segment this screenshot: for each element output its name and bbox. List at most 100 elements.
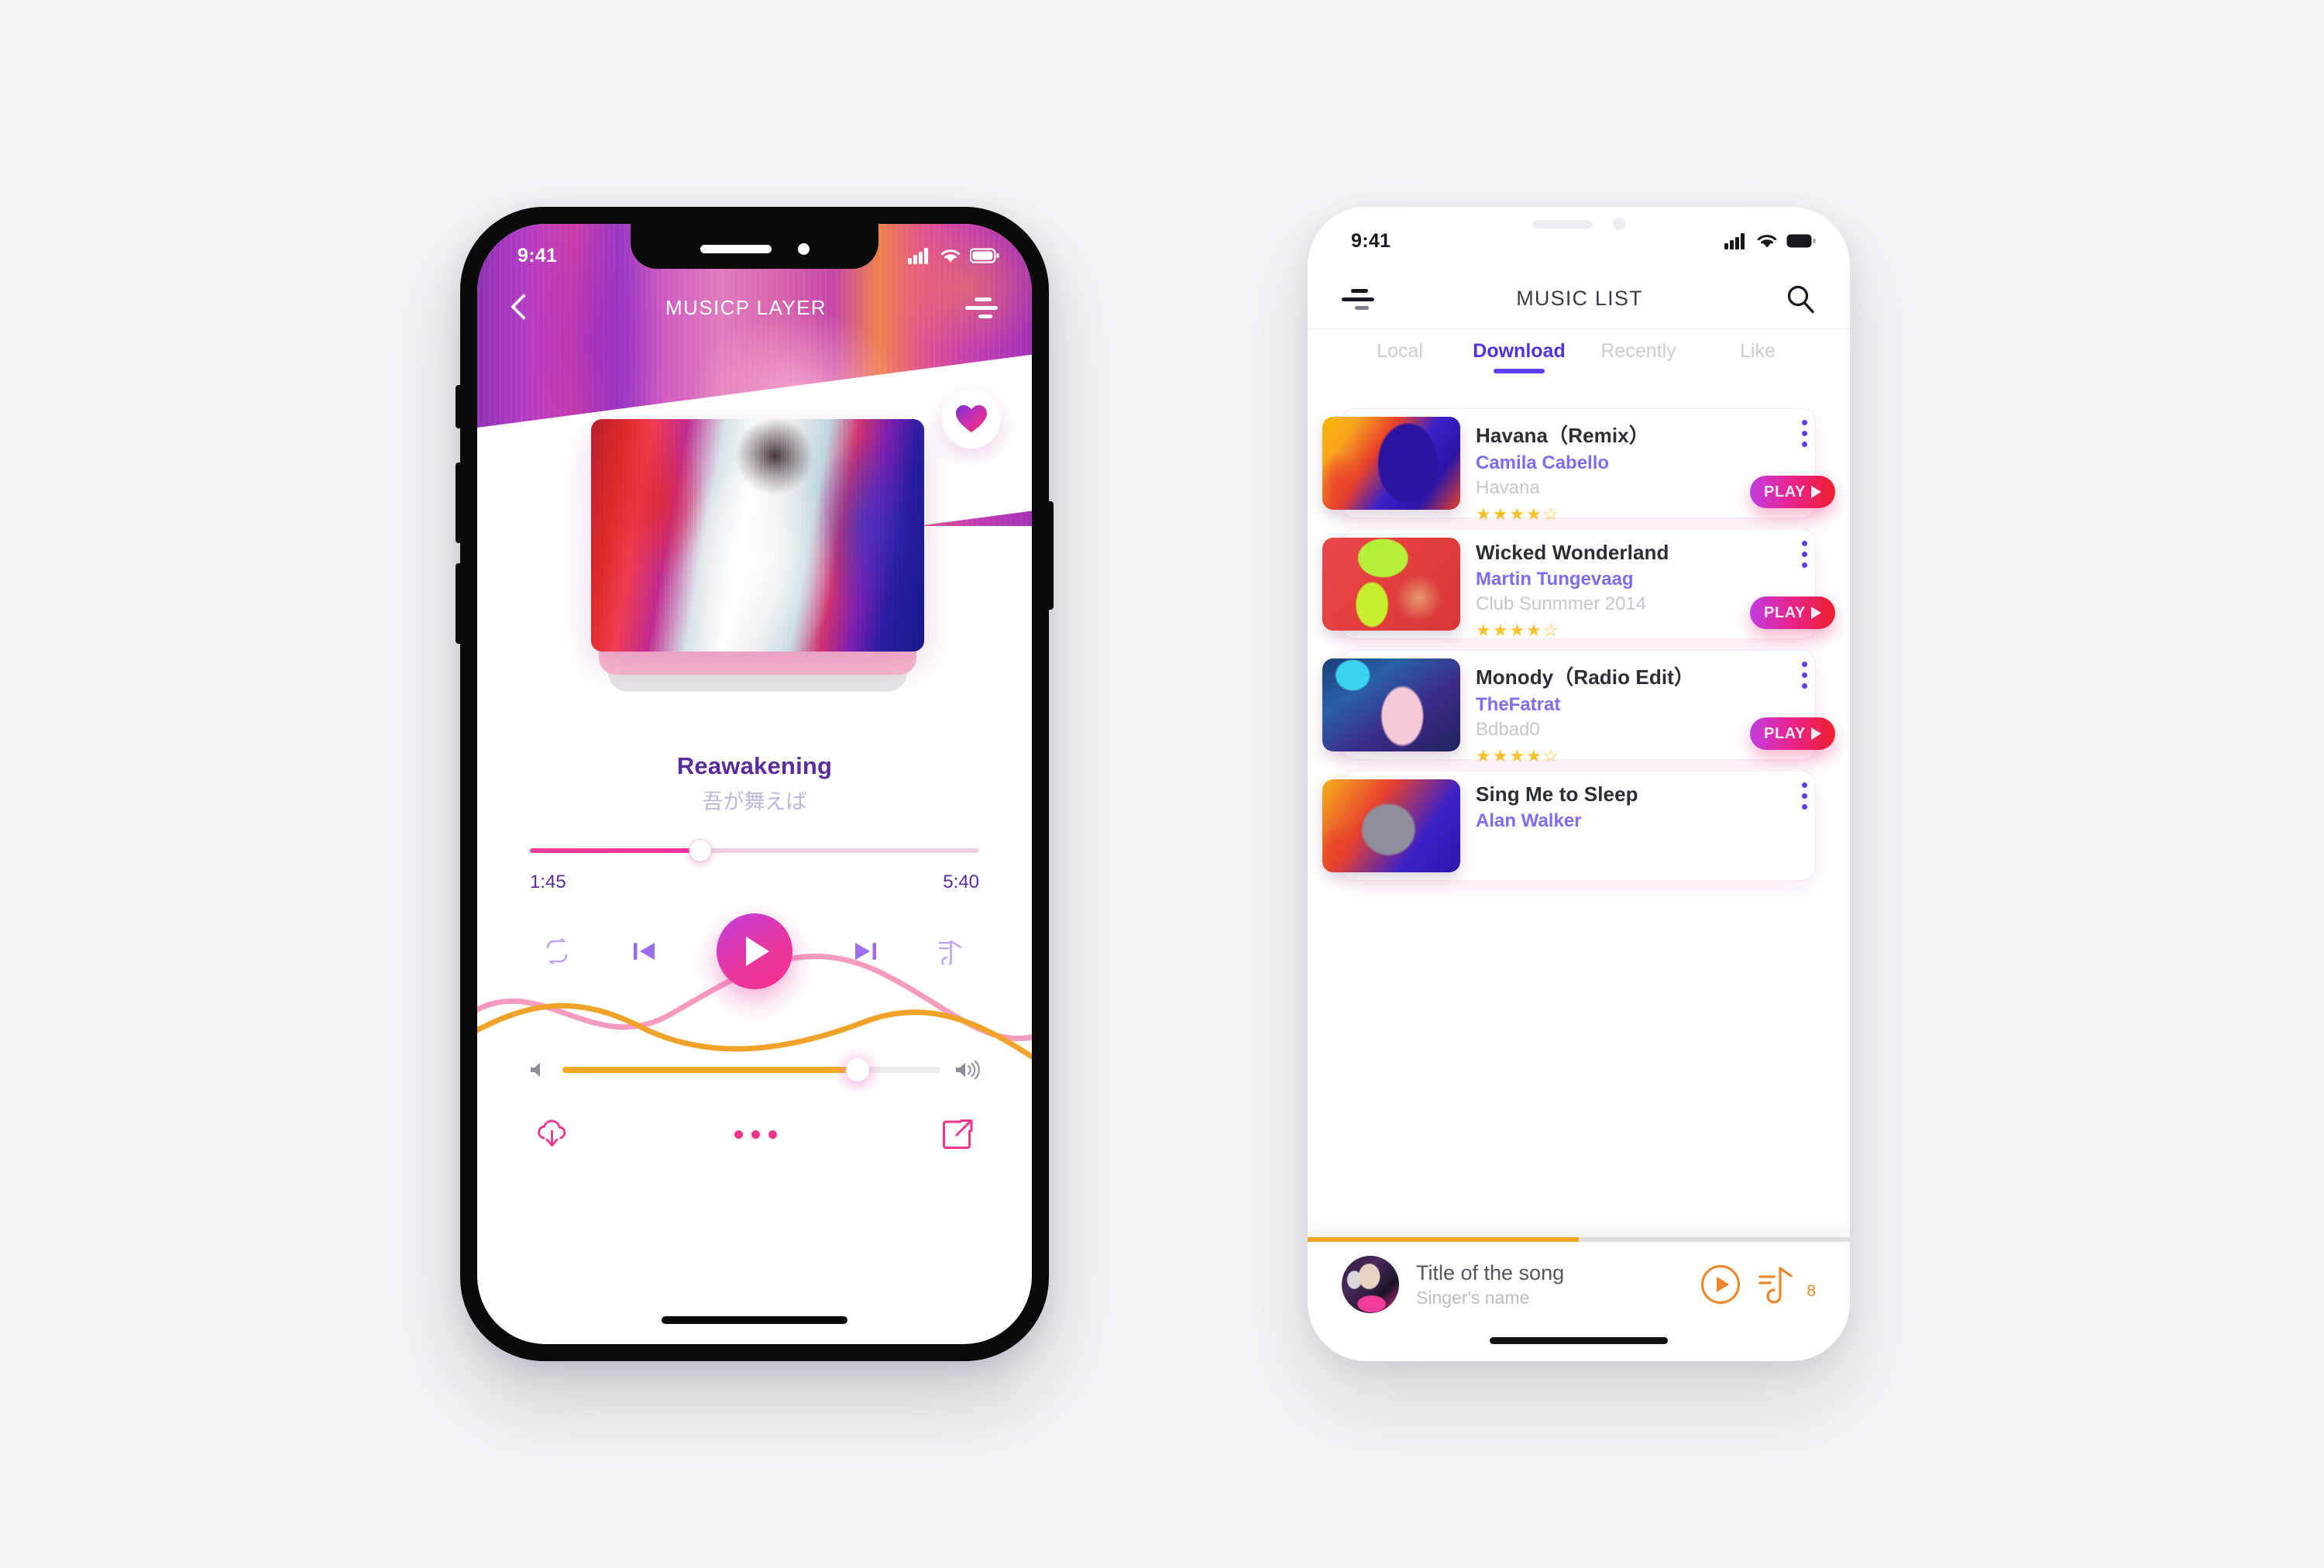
device-notch-light: [1532, 218, 1625, 230]
song-list[interactable]: Havana（Remix） Camila Cabello Havana ★★★★…: [1308, 396, 1850, 1248]
album-art-thumbnail[interactable]: [1322, 779, 1460, 872]
device-button-power[interactable]: [1048, 501, 1054, 610]
album-art-thumbnail[interactable]: [1322, 417, 1460, 510]
tab-download[interactable]: Download: [1459, 340, 1579, 363]
phone-device-list: 9:41 MUSIC LIST Local Download Recently …: [1308, 207, 1850, 1361]
more-options-icon[interactable]: [1802, 782, 1807, 810]
song-info: Monody（Radio Edit） TheFatrat Bdbad0 ★★★★…: [1476, 662, 1798, 766]
song-artist: TheFatrat: [1476, 694, 1561, 715]
category-tabs: Local Download Recently Like: [1308, 331, 1850, 387]
more-options-icon[interactable]: [1802, 541, 1807, 568]
play-icon: [1810, 607, 1821, 619]
hamburger-menu-icon[interactable]: [1342, 287, 1374, 311]
star-rating: ★★★★☆: [1476, 504, 1560, 524]
battery-icon: [1786, 234, 1816, 248]
page-title: MUSIC LIST: [1516, 287, 1643, 310]
list-item[interactable]: Sing Me to Sleep Alan Walker: [1322, 771, 1816, 881]
share-external-icon[interactable]: [940, 1117, 975, 1151]
play-button[interactable]: PLAY: [1750, 597, 1835, 629]
play-button-label: PLAY: [1764, 483, 1806, 500]
list-item[interactable]: Monody（Radio Edit） TheFatrat Bdbad0 ★★★★…: [1322, 650, 1835, 765]
play-button[interactable]: [717, 913, 792, 989]
volume-fill: [562, 1067, 850, 1073]
progress-fill: [530, 848, 701, 853]
volume-slider-row: [528, 1054, 981, 1085]
play-icon: [1810, 727, 1821, 740]
mini-player-row: Title of the song Singer's name 8: [1308, 1242, 1850, 1327]
progress-handle[interactable]: [689, 840, 712, 861]
repeat-icon[interactable]: [542, 939, 572, 964]
page-title: MUSICP LAYER: [665, 295, 827, 319]
list-item[interactable]: Havana（Remix） Camila Cabello Havana ★★★★…: [1322, 408, 1835, 524]
song-artist: Camila Cabello: [1476, 452, 1610, 473]
hamburger-menu-icon[interactable]: [964, 296, 998, 319]
song-artist: Alan Walker: [1476, 810, 1582, 831]
play-circle-icon[interactable]: [1700, 1264, 1741, 1305]
play-button[interactable]: PLAY: [1750, 476, 1835, 508]
device-button-volume-down[interactable]: [456, 563, 461, 644]
playlist-note-icon[interactable]: [937, 938, 967, 965]
song-title: Wicked Wonderland: [1476, 541, 1669, 564]
song-title: Havana（Remix）: [1476, 424, 1649, 447]
phone-device-player: 9:41 MUSICP LAYER Reawakening 吾が舞えば 1:45…: [456, 207, 1054, 1361]
playback-controls: [477, 909, 1032, 994]
play-button[interactable]: PLAY: [1750, 717, 1835, 750]
album-art-thumbnail[interactable]: [1322, 658, 1460, 751]
now-playing-title: Reawakening: [676, 752, 833, 779]
list-navbar: MUSIC LIST: [1308, 269, 1850, 329]
tab-recently[interactable]: Recently: [1579, 340, 1698, 363]
heart-icon: [956, 405, 987, 432]
song-info: Havana（Remix） Camila Cabello Havana ★★★★…: [1476, 420, 1798, 524]
cloud-download-icon[interactable]: [535, 1116, 570, 1152]
more-options-icon[interactable]: [1802, 420, 1807, 447]
status-bar-icons: [908, 247, 999, 264]
volume-track[interactable]: [562, 1058, 940, 1081]
tab-like[interactable]: Like: [1698, 340, 1817, 363]
album-art-thumbnail[interactable]: [1322, 538, 1460, 631]
playback-progress-slider[interactable]: [530, 840, 979, 861]
mini-player-singer: Singer's name: [1416, 1287, 1530, 1308]
song-title: Sing Me to Sleep: [1476, 782, 1638, 806]
tab-local[interactable]: Local: [1340, 340, 1459, 363]
wifi-icon: [1757, 235, 1777, 248]
album-artwork[interactable]: [591, 419, 924, 652]
progress-track: [530, 840, 979, 861]
status-bar-time: 9:41: [517, 244, 558, 266]
play-icon: [1810, 486, 1821, 498]
queue-count-badge: 8: [1807, 1282, 1816, 1300]
volume-handle[interactable]: [845, 1058, 869, 1081]
playback-times: 1:45 5:40: [530, 872, 979, 893]
star-rating: ★★★★☆: [1476, 746, 1560, 765]
mini-player-text: Title of the song Singer's name: [1416, 1261, 1700, 1308]
play-button-label: PLAY: [1764, 724, 1806, 742]
device-button-volume-up[interactable]: [456, 462, 461, 543]
device-button-mute[interactable]: [456, 385, 461, 428]
avatar[interactable]: [1342, 1256, 1399, 1313]
playlist-note-icon[interactable]: [1757, 1264, 1796, 1305]
like-button[interactable]: [942, 390, 1001, 449]
list-item[interactable]: Wicked Wonderland Martin Tungevaag Club …: [1322, 529, 1835, 640]
play-button-label: PLAY: [1764, 603, 1806, 621]
more-options-icon[interactable]: [1802, 662, 1807, 689]
more-horizontal-icon[interactable]: [734, 1130, 777, 1139]
player-screen: 9:41 MUSICP LAYER Reawakening 吾が舞えば 1:45…: [477, 224, 1032, 1344]
status-bar-icons: [1724, 232, 1816, 249]
skip-previous-icon[interactable]: [631, 939, 658, 964]
song-info: Sing Me to Sleep Alan Walker: [1476, 782, 1798, 832]
earpiece-speaker: [1532, 219, 1593, 229]
mini-player-actions: 8: [1700, 1264, 1816, 1305]
mini-player[interactable]: Title of the song Singer's name 8: [1308, 1237, 1850, 1361]
volume-high-icon[interactable]: [954, 1060, 981, 1080]
mini-player-title: Title of the song: [1416, 1260, 1565, 1284]
search-icon[interactable]: [1785, 284, 1816, 315]
status-bar-list: 9:41: [1308, 207, 1850, 263]
battery-icon: [970, 248, 999, 263]
volume-low-icon[interactable]: [528, 1061, 548, 1079]
home-indicator: [662, 1316, 847, 1324]
screenshot-stage: 9:41 MUSICP LAYER Reawakening 吾が舞えば 1:45…: [0, 0, 2324, 1568]
skip-next-icon[interactable]: [852, 939, 878, 964]
cellular-signal-icon: [1724, 233, 1745, 249]
back-icon[interactable]: [511, 294, 527, 321]
song-title: Monody（Radio Edit）: [1476, 665, 1694, 689]
song-artist: Martin Tungevaag: [1476, 569, 1634, 590]
